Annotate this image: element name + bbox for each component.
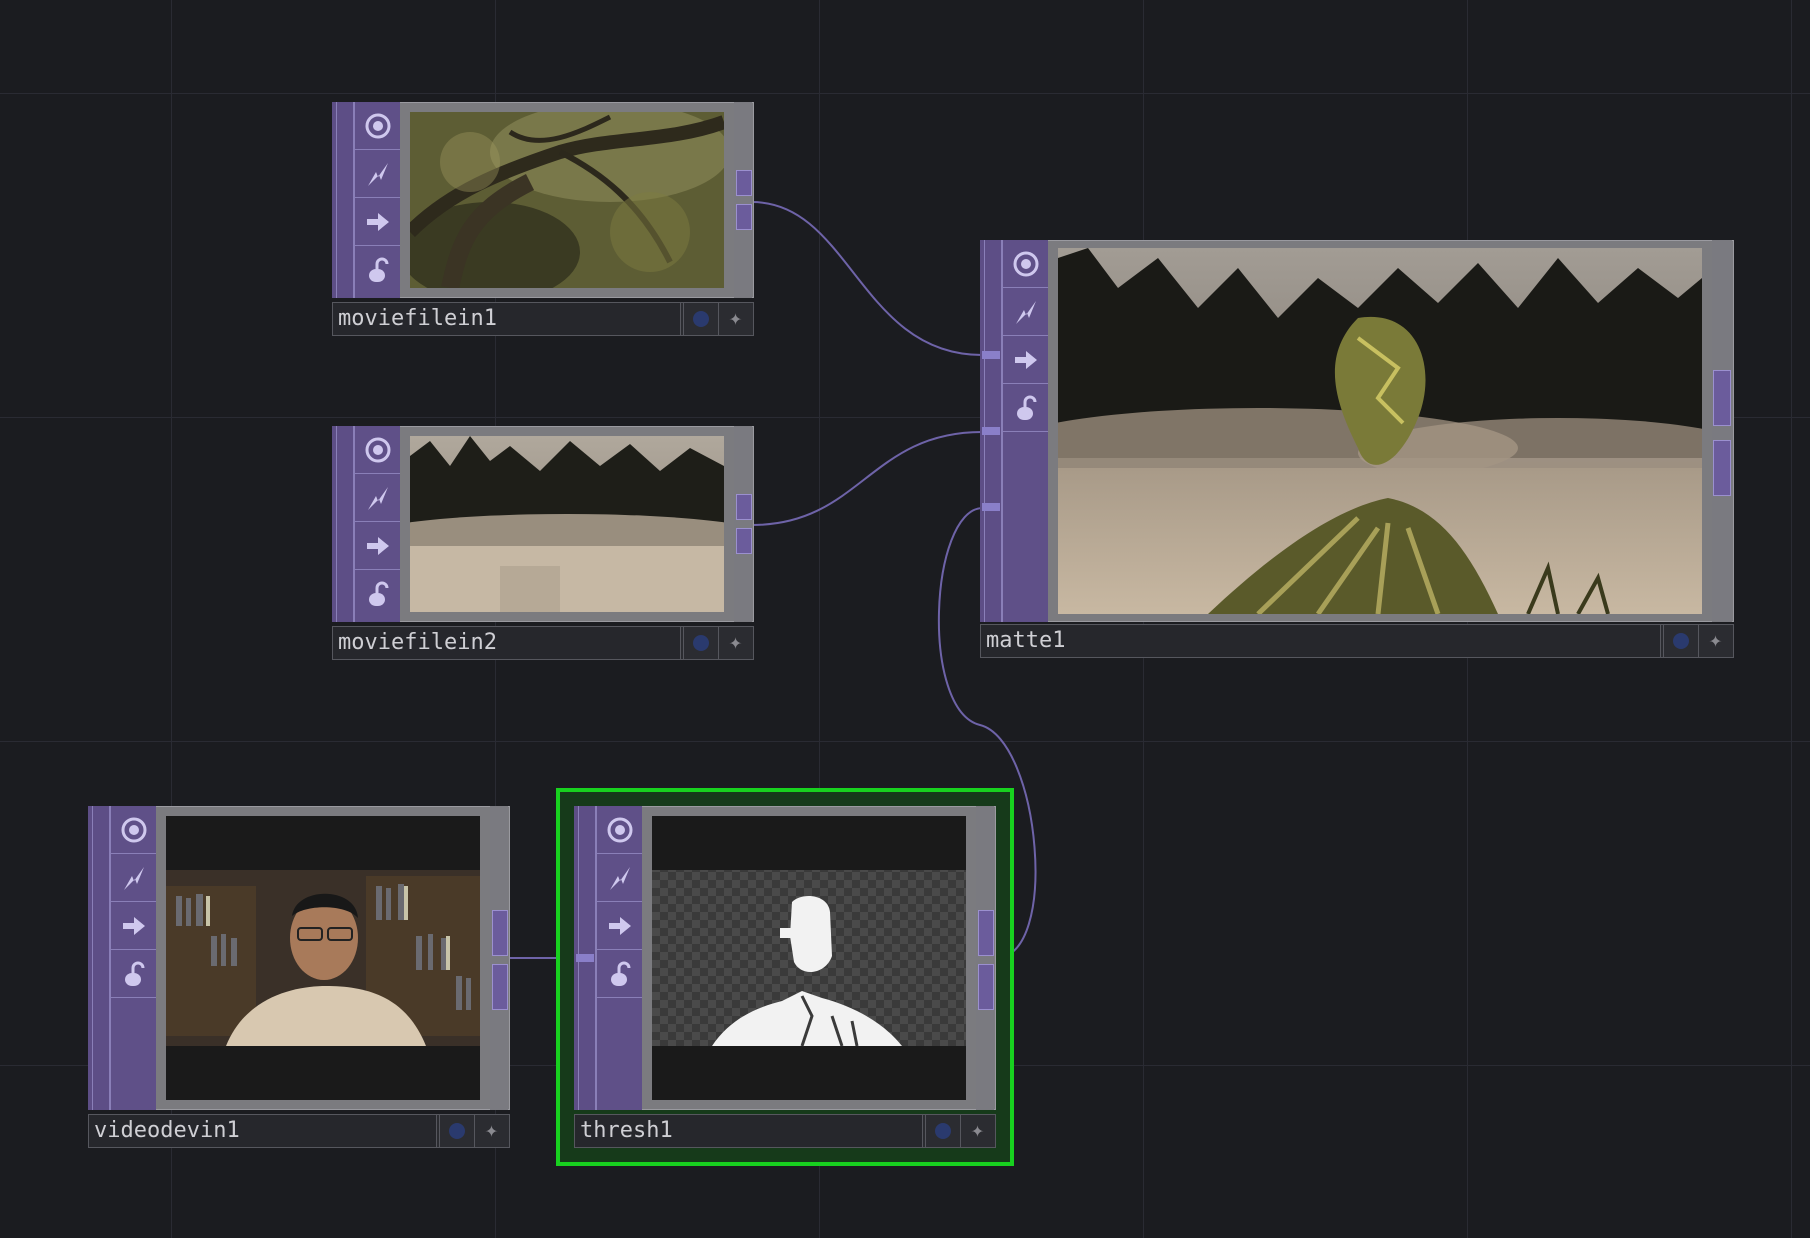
network-editor-canvas[interactable]: moviefilein1 ✦ moviefilein2 ✦ matte1 ✦ v…	[0, 0, 1810, 1238]
output-connector[interactable]	[1713, 370, 1731, 426]
lock-icon[interactable]	[111, 950, 156, 998]
output-strip	[734, 102, 752, 298]
plus-icon: ✦	[970, 1118, 985, 1143]
plus-icon: ✦	[728, 306, 743, 331]
viewer-active-button[interactable]	[1663, 625, 1697, 657]
node-options-button[interactable]: ✦	[960, 1115, 994, 1147]
bypass-icon[interactable]	[1003, 336, 1048, 384]
operator-family-bar	[332, 102, 354, 298]
output-connector[interactable]	[1713, 440, 1731, 496]
operator-family-bar	[332, 426, 354, 622]
output-connector[interactable]	[736, 170, 752, 196]
plus-icon: ✦	[1708, 628, 1723, 653]
lock-icon[interactable]	[597, 950, 642, 998]
cook-icon[interactable]	[597, 854, 642, 902]
plus-icon: ✦	[484, 1118, 499, 1143]
viewer-active-icon	[692, 635, 709, 651]
node-name-field[interactable]: moviefilein2	[333, 627, 681, 659]
input-connector-1[interactable]	[982, 351, 1000, 359]
viewer-toggle-icon[interactable]	[355, 102, 400, 150]
operator-family-bar	[88, 806, 110, 1110]
output-connector[interactable]	[978, 910, 994, 956]
cook-icon[interactable]	[355, 150, 400, 198]
node-footer: moviefilein2 ✦	[332, 626, 754, 660]
input-connector-3[interactable]	[982, 503, 1000, 511]
preview-image	[166, 816, 480, 1100]
node-icon-column	[354, 102, 400, 298]
node-footer: matte1 ✦	[980, 624, 1734, 658]
viewer-videodevin1[interactable]	[166, 816, 480, 1100]
wire-moviefilein2-to-matte1[interactable]	[751, 431, 983, 526]
output-connector[interactable]	[492, 964, 508, 1010]
node-name-field[interactable]: thresh1	[575, 1115, 923, 1147]
viewer-active-button[interactable]	[439, 1115, 473, 1147]
preview-image	[1058, 248, 1702, 614]
lock-icon[interactable]	[1003, 384, 1048, 432]
output-strip	[1712, 240, 1732, 622]
viewer-moviefilein2[interactable]	[410, 436, 724, 612]
cook-icon[interactable]	[355, 474, 400, 522]
node-footer: thresh1 ✦	[574, 1114, 996, 1148]
output-strip	[490, 806, 508, 1110]
viewer-active-button[interactable]	[683, 627, 717, 659]
viewer-toggle-icon[interactable]	[597, 806, 642, 854]
output-connector[interactable]	[736, 528, 752, 554]
node-moviefilein1[interactable]: moviefilein1 ✦	[332, 102, 754, 336]
output-strip	[734, 426, 752, 622]
node-name-field[interactable]: videodevin1	[89, 1115, 437, 1147]
output-connector[interactable]	[492, 910, 508, 956]
bypass-icon[interactable]	[597, 902, 642, 950]
input-connector-2[interactable]	[982, 427, 1000, 435]
node-icon-column	[596, 806, 642, 1110]
output-strip	[976, 806, 994, 1110]
node-thresh1[interactable]: thresh1 ✦	[574, 806, 996, 1148]
node-icon-column	[1002, 240, 1048, 622]
viewer-active-icon	[1672, 633, 1689, 649]
viewer-active-button[interactable]	[925, 1115, 959, 1147]
viewer-active-icon	[692, 311, 709, 327]
viewer-active-icon	[934, 1123, 951, 1139]
node-options-button[interactable]: ✦	[718, 627, 752, 659]
input-connector[interactable]	[576, 954, 594, 962]
lock-icon[interactable]	[355, 570, 400, 618]
viewer-active-icon	[448, 1123, 465, 1139]
wire-moviefilein1-to-matte1[interactable]	[751, 201, 983, 356]
cook-icon[interactable]	[111, 854, 156, 902]
viewer-thresh1[interactable]	[652, 816, 966, 1100]
viewer-active-button[interactable]	[683, 303, 717, 335]
preview-image	[652, 816, 966, 1100]
viewer-matte1[interactable]	[1058, 248, 1702, 614]
node-footer: videodevin1 ✦	[88, 1114, 510, 1148]
lock-icon[interactable]	[355, 246, 400, 294]
preview-image	[410, 436, 724, 612]
output-connector[interactable]	[736, 204, 752, 230]
node-options-button[interactable]: ✦	[474, 1115, 508, 1147]
node-icon-column	[110, 806, 156, 1110]
preview-image	[410, 112, 724, 288]
viewer-moviefilein1[interactable]	[410, 112, 724, 288]
viewer-toggle-icon[interactable]	[1003, 240, 1048, 288]
bypass-icon[interactable]	[355, 198, 400, 246]
node-name-field[interactable]: moviefilein1	[333, 303, 681, 335]
cook-icon[interactable]	[1003, 288, 1048, 336]
output-connector[interactable]	[736, 494, 752, 520]
bypass-icon[interactable]	[111, 902, 156, 950]
node-options-button[interactable]: ✦	[718, 303, 752, 335]
plus-icon: ✦	[728, 630, 743, 655]
node-matte1[interactable]: matte1 ✦	[980, 240, 1734, 660]
node-moviefilein2[interactable]: moviefilein2 ✦	[332, 426, 754, 660]
node-videodevin1[interactable]: videodevin1 ✦	[88, 806, 510, 1148]
viewer-toggle-icon[interactable]	[355, 426, 400, 474]
viewer-toggle-icon[interactable]	[111, 806, 156, 854]
bypass-icon[interactable]	[355, 522, 400, 570]
node-name-field[interactable]: matte1	[981, 625, 1661, 657]
node-icon-column	[354, 426, 400, 622]
node-footer: moviefilein1 ✦	[332, 302, 754, 336]
node-options-button[interactable]: ✦	[1698, 625, 1732, 657]
output-connector[interactable]	[978, 964, 994, 1010]
